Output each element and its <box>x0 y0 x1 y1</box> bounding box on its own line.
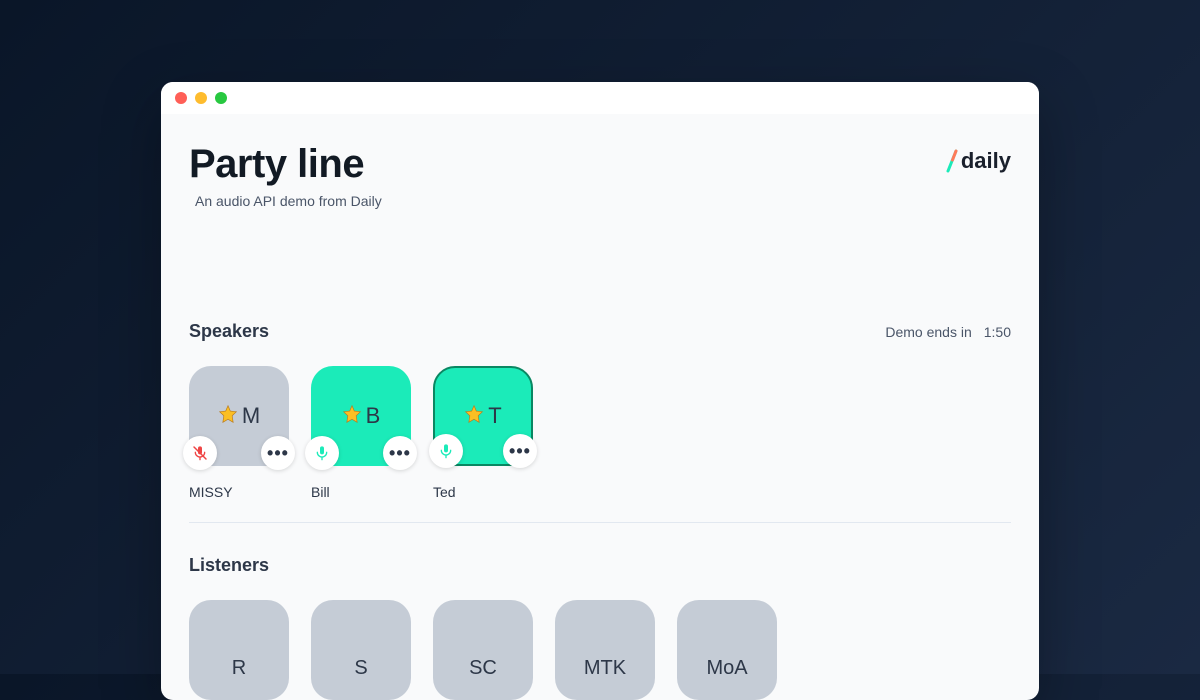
star-icon <box>464 404 484 429</box>
tile-center: M <box>218 403 260 429</box>
close-icon[interactable] <box>175 92 187 104</box>
tile-center: T <box>464 403 501 429</box>
listener-initial: MoA <box>706 657 747 680</box>
minimize-icon[interactable] <box>195 92 207 104</box>
app-header: Party line An audio API demo from Daily … <box>189 142 1011 209</box>
speaker-initial: B <box>366 403 381 429</box>
page-subtitle: An audio API demo from Daily <box>195 193 382 209</box>
listener-tile[interactable]: SC <box>433 600 533 700</box>
tile-center: B <box>342 403 381 429</box>
mic-muted-button[interactable] <box>183 436 217 470</box>
window-titlebar <box>161 82 1039 114</box>
speaker-tile[interactable]: B ••• <box>311 366 411 466</box>
speaker-name: Bill <box>311 484 411 500</box>
speaker-participant: M ••• MISSY <box>189 366 289 500</box>
listener-tile[interactable]: MTK <box>555 600 655 700</box>
brand-logo: daily <box>945 148 1011 174</box>
more-options-button[interactable]: ••• <box>261 436 295 470</box>
listener-initial: SC <box>469 657 497 680</box>
page-title: Party line <box>189 142 382 187</box>
logo-text: daily <box>961 148 1011 174</box>
demo-timer: Demo ends in 1:50 <box>885 324 1011 340</box>
listener-tile[interactable]: MoA <box>677 600 777 700</box>
more-options-button[interactable]: ••• <box>383 436 417 470</box>
listeners-section: Listeners R S SC MTK MoA <box>189 555 1011 700</box>
speaker-participant: B ••• Bill <box>311 366 411 500</box>
more-icon: ••• <box>267 444 289 462</box>
app-content: Party line An audio API demo from Daily … <box>161 114 1039 700</box>
listener-tile[interactable]: S <box>311 600 411 700</box>
speaker-initial: T <box>488 403 501 429</box>
listener-initial: S <box>354 657 367 680</box>
listeners-title: Listeners <box>189 555 1011 576</box>
star-icon <box>342 404 362 429</box>
listener-initial: R <box>232 657 246 680</box>
listener-tile[interactable]: R <box>189 600 289 700</box>
logo-slash-icon <box>945 149 959 173</box>
speakers-title: Speakers <box>189 321 269 342</box>
mic-active-button[interactable] <box>429 434 463 468</box>
speakers-list: M ••• MISSY B ••• Bill T ••• Ted <box>189 366 1011 500</box>
listener-initial: MTK <box>584 657 626 680</box>
app-window: Party line An audio API demo from Daily … <box>161 82 1039 700</box>
star-icon <box>218 404 238 429</box>
listeners-list: R S SC MTK MoA <box>189 600 1011 700</box>
speaker-name: Ted <box>433 484 533 500</box>
section-divider <box>189 522 1011 523</box>
mic-active-button[interactable] <box>305 436 339 470</box>
maximize-icon[interactable] <box>215 92 227 104</box>
timer-value: 1:50 <box>984 324 1011 340</box>
speaker-name: MISSY <box>189 484 289 500</box>
speaker-tile[interactable]: T ••• <box>433 366 533 466</box>
speaker-tile[interactable]: M ••• <box>189 366 289 466</box>
more-options-button[interactable]: ••• <box>503 434 537 468</box>
speaker-participant: T ••• Ted <box>433 366 533 500</box>
more-icon: ••• <box>389 444 411 462</box>
speakers-header: Speakers Demo ends in 1:50 <box>189 321 1011 342</box>
more-icon: ••• <box>509 442 531 460</box>
timer-label: Demo ends in <box>885 324 971 340</box>
speaker-initial: M <box>242 403 260 429</box>
